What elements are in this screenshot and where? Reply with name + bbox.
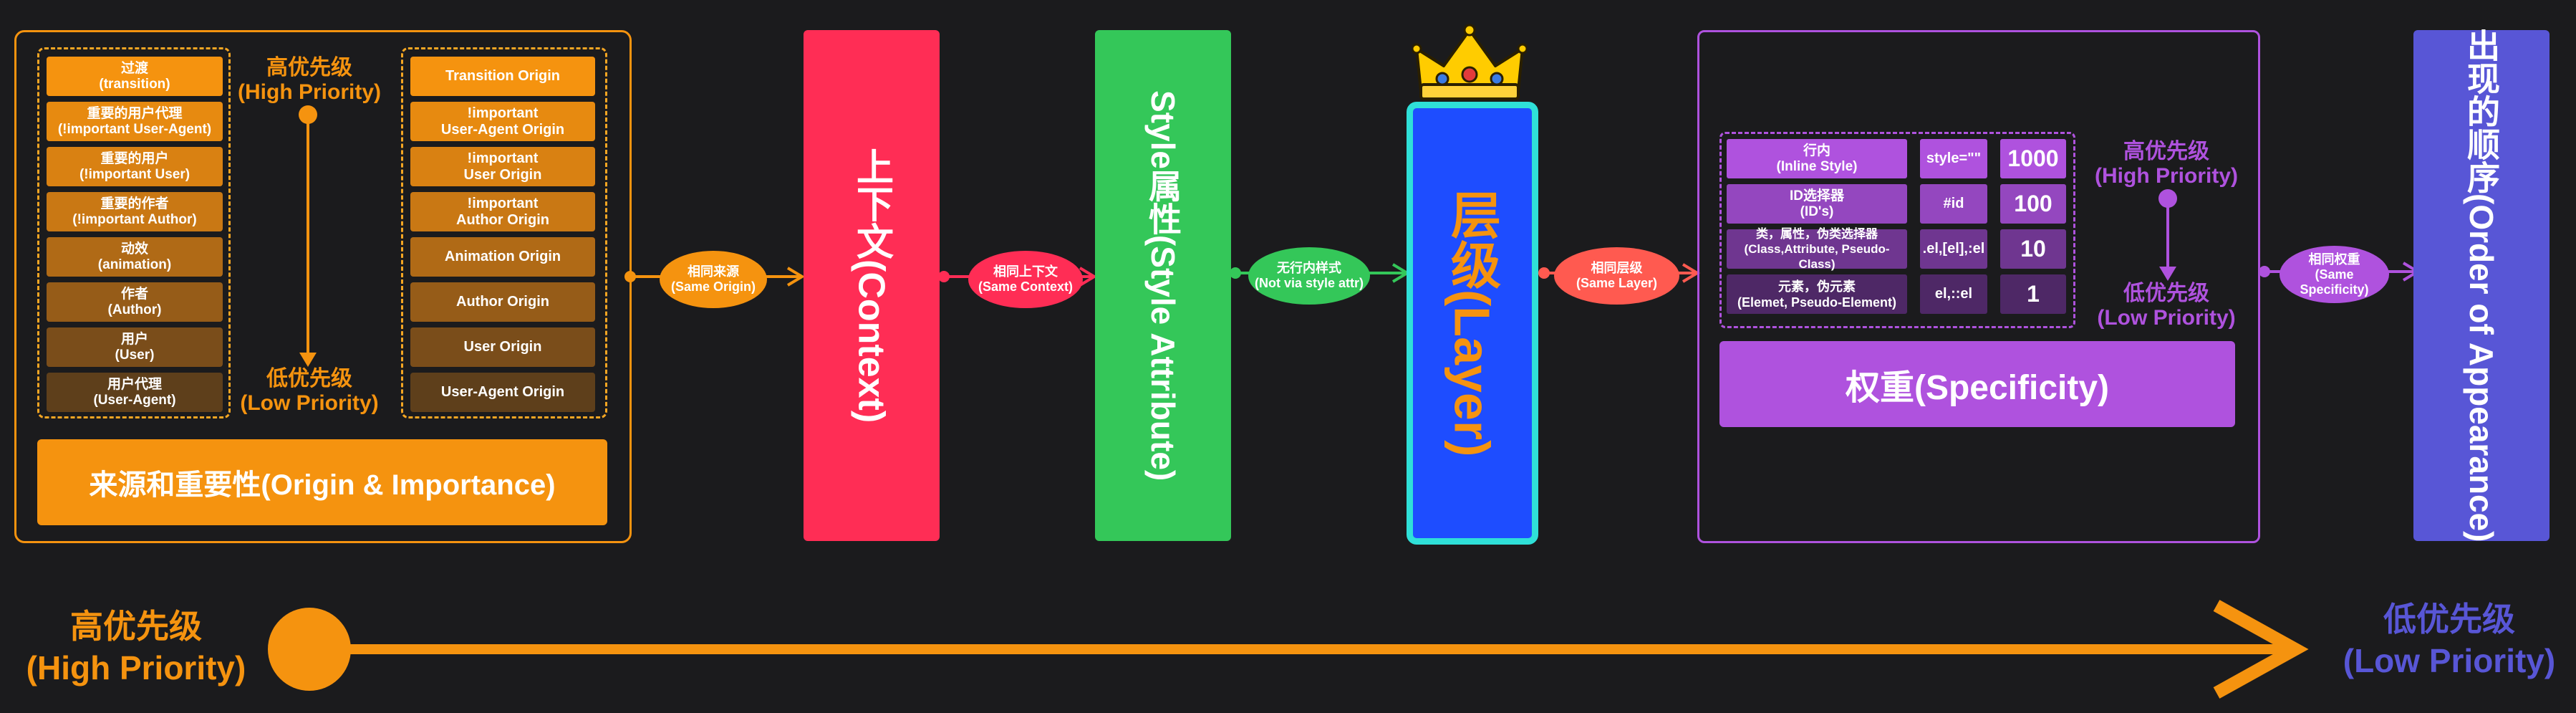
context-stage-label: 上下文(Context) [850,148,892,424]
no-style-attr-connector: 无行内样式 (Not via style attr) [1248,247,1370,305]
same-layer-connector: 相同层级 (Same Layer) [1554,247,1679,305]
origin-name-item: Animation Origin [410,237,595,277]
origin-name-item: !important User-Agent Origin [410,102,595,141]
specificity-row-value: 10 [2000,229,2066,269]
bottom-low-priority-label: 低优先级 (Low Priority) [2343,600,2556,679]
origin-left-list: 过渡 (transition) 重要的用户代理 (!important User… [37,47,231,418]
origin-item: 重要的用户代理 (!important User-Agent) [47,102,223,141]
specificity-row-value: 100 [2000,184,2066,224]
origin-name-item: Author Origin [410,282,595,322]
specificity-row-value: 1000 [2000,139,2066,178]
origin-item: 重要的用户 (!important User) [47,147,223,186]
specificity-row-label: 类，属性，伪类选择器 (Class,Attribute, Pseudo-Clas… [1727,227,1907,271]
origin-item: 作者 (Author) [47,282,223,322]
origin-importance-title: 来源和重要性(Origin & Importance) [37,439,607,525]
specificity-row-example: style="" [1920,139,1987,178]
origin-name-item: User-Agent Origin [410,373,595,412]
origin-name-item: !important Author Origin [410,192,595,231]
origin-item: 动效 (animation) [47,237,223,277]
specificity-high-priority-label: 高优先级 (High Priority) [2095,140,2238,188]
origin-high-priority-label: 高优先级 (High Priority) [238,56,381,104]
style-attribute-stage: Style属性(Style Attribute) [1095,30,1231,541]
same-origin-connector: 相同来源 (Same Origin) [660,251,767,308]
bottom-high-priority-label: 高优先级 (High Priority) [26,608,246,686]
layer-stage: 层级(Layer) [1407,102,1538,545]
origin-name-item: Transition Origin [410,57,595,96]
specificity-title: 权重(Specificity) [1719,341,2235,427]
specificity-row-label: ID选择器 (ID's) [1727,184,1907,224]
order-of-appearance-stage-label: 出现的顺序(Order of Appearance) [2463,29,2500,542]
crown-icon [1412,24,1527,100]
specificity-row-label: 元素，伪元素 (Elemet, Pseudo-Element) [1727,274,1907,314]
context-stage: 上下文(Context) [804,30,940,541]
same-context-connector: 相同上下文 (Same Context) [968,251,1083,308]
specificity-row-example: .el,[el],:el [1920,229,1987,269]
origin-item: 重要的作者 (!important Author) [47,192,223,231]
origin-item: 过渡 (transition) [47,57,223,96]
origin-right-list: Transition Origin !important User-Agent … [401,47,607,418]
origin-item: 用户 (User) [47,327,223,367]
specificity-low-priority-label: 低优先级 (Low Priority) [2097,282,2236,330]
same-specificity-connector: 相同权重 (Same Specificity) [2280,246,2389,303]
layer-stage-label: 层级(Layer) [1444,189,1500,457]
origin-item: 用户代理 (User-Agent) [47,373,223,412]
origin-low-priority-label: 低优先级 (Low Priority) [240,367,379,415]
specificity-row-example: #id [1920,184,1987,224]
specificity-row-label: 行内 (Inline Style) [1727,139,1907,178]
order-of-appearance-stage: 出现的顺序(Order of Appearance) [2413,29,2550,542]
specificity-row-example: el,::el [1920,274,1987,314]
style-attribute-stage-label: Style属性(Style Attribute) [1144,90,1182,482]
origin-name-item: User Origin [410,327,595,367]
origin-name-item: !important User Origin [410,147,595,186]
specificity-row-value: 1 [2000,274,2066,314]
